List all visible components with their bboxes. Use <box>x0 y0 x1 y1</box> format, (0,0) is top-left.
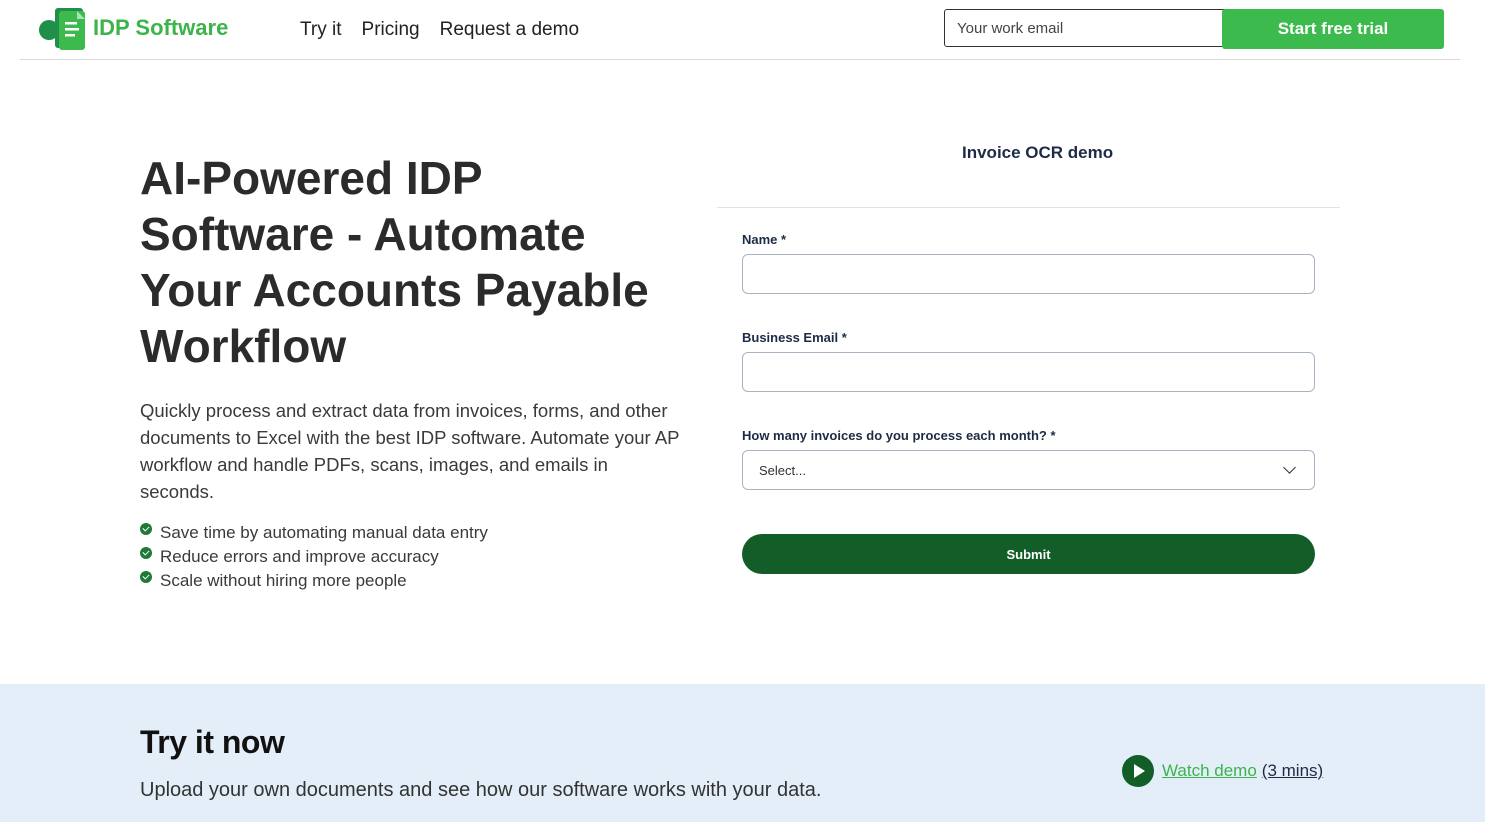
benefit-text: Reduce errors and improve accuracy <box>160 547 439 566</box>
watch-demo-text[interactable]: Watch demo <box>1162 761 1257 781</box>
nav-request-demo[interactable]: Request a demo <box>440 19 579 41</box>
check-circle-icon <box>140 571 152 583</box>
brand-name[interactable]: IDP Software <box>93 15 228 41</box>
benefit-text: Scale without hiring more people <box>160 571 407 590</box>
business-email-label: Business Email * <box>742 330 847 345</box>
invoices-count-select[interactable]: Select... <box>742 450 1315 490</box>
submit-button[interactable]: Submit <box>742 534 1315 574</box>
check-circle-icon <box>140 547 152 559</box>
benefit-list: Save time by automating manual data entr… <box>140 521 488 593</box>
invoices-count-label: How many invoices do you process each mo… <box>742 428 1056 443</box>
form-title: Invoice OCR demo <box>962 143 1114 162</box>
chevron-down-icon <box>1283 461 1296 474</box>
nav-pricing[interactable]: Pricing <box>362 19 420 41</box>
business-email-field[interactable] <box>742 352 1315 392</box>
check-circle-icon <box>140 523 152 535</box>
watch-demo-link[interactable]: Watch demo (3 mins) <box>1122 755 1323 787</box>
play-icon[interactable] <box>1122 755 1154 787</box>
nav-try-it[interactable]: Try it <box>300 19 342 41</box>
form-divider <box>717 207 1340 208</box>
try-it-section: Try it now Upload your own documents and… <box>0 684 1485 822</box>
start-free-trial-button[interactable]: Start free trial <box>1222 9 1444 49</box>
benefit-text: Save time by automating manual data entr… <box>160 523 488 542</box>
site-header: IDP Software Try it Pricing Request a de… <box>20 0 1460 60</box>
list-item: Scale without hiring more people <box>140 569 488 593</box>
section-title: Try it now <box>140 724 285 760</box>
section-subtitle: Upload your own documents and see how ou… <box>140 779 822 801</box>
hero-description: Quickly process and extract data from in… <box>140 400 680 502</box>
work-email-input[interactable] <box>944 9 1238 47</box>
document-logo-icon[interactable] <box>39 8 87 52</box>
hero-title: AI-Powered IDP Software - Automate Your … <box>140 152 649 372</box>
name-field[interactable] <box>742 254 1315 294</box>
main-nav: Try it Pricing Request a demo <box>300 19 579 41</box>
list-item: Reduce errors and improve accuracy <box>140 545 488 569</box>
select-value: Select... <box>759 462 806 478</box>
name-label: Name * <box>742 232 787 247</box>
watch-demo-duration[interactable]: (3 mins) <box>1262 761 1323 781</box>
list-item: Save time by automating manual data entr… <box>140 521 488 545</box>
